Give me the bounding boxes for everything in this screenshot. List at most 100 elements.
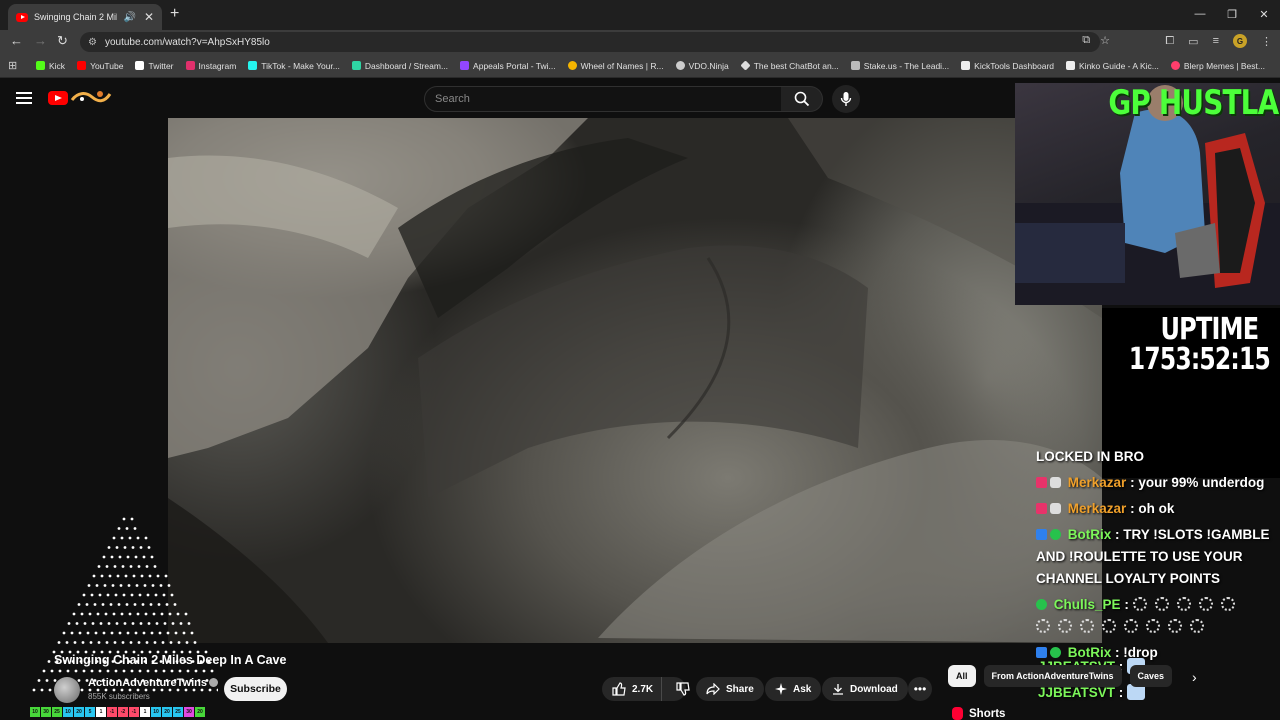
decoration-dot bbox=[112, 536, 116, 540]
hamburger-menu-icon[interactable] bbox=[16, 92, 32, 104]
decoration-dot bbox=[166, 631, 170, 635]
url-text[interactable]: youtube.com/watch?v=AhpSxHY85lo bbox=[105, 37, 270, 48]
decoration-dot bbox=[48, 688, 52, 692]
bookmark-item[interactable]: The best ChatBot an... bbox=[740, 60, 839, 71]
chip-from-channel[interactable]: From ActionAdventureTwins bbox=[983, 665, 1122, 687]
decoration-dot bbox=[138, 669, 142, 673]
tiktok-icon bbox=[248, 61, 258, 70]
decoration-dot bbox=[152, 688, 156, 692]
decoration-dot bbox=[142, 555, 146, 559]
bookmark-item[interactable]: Kinko Guide - A Kic... bbox=[1066, 61, 1159, 71]
decoration-dot bbox=[128, 536, 132, 540]
download-button[interactable]: Download bbox=[822, 677, 908, 701]
speaker-icon[interactable]: 🔊 bbox=[123, 12, 135, 23]
omnibox[interactable]: ⚙ youtube.com/watch?v=AhpSxHY85lo bbox=[80, 32, 1100, 52]
kicktools-icon bbox=[961, 61, 971, 70]
decoration-dot bbox=[66, 669, 70, 673]
kinko-icon bbox=[1066, 61, 1076, 70]
share-button[interactable]: Share bbox=[696, 677, 764, 701]
chip-all[interactable]: All bbox=[948, 665, 976, 687]
chat-text: : bbox=[1118, 685, 1124, 700]
gift-badge-icon bbox=[1036, 477, 1047, 488]
decoration-dot bbox=[145, 565, 149, 568]
channel-name-link[interactable]: ActionAdventureTwins bbox=[88, 677, 218, 689]
decoration-dot bbox=[160, 612, 164, 616]
search-button[interactable] bbox=[781, 86, 823, 112]
instagram-icon bbox=[185, 61, 195, 70]
dislike-button[interactable] bbox=[668, 682, 698, 696]
bookmark-item[interactable]: Twitter bbox=[135, 61, 174, 71]
extensions-icon[interactable]: ⧠ bbox=[1165, 35, 1174, 48]
more-actions-icon[interactable]: ••• bbox=[908, 677, 932, 701]
bookmark-item[interactable]: KickTools Dashboard bbox=[961, 61, 1054, 71]
bookmark-label: Instagram bbox=[198, 60, 237, 71]
youtube-doodle-icon[interactable] bbox=[70, 88, 112, 106]
site-info-icon[interactable]: ⚙ bbox=[88, 37, 97, 48]
bookmark-item[interactable]: VDO.Ninja bbox=[675, 61, 729, 71]
twitch-icon bbox=[460, 61, 470, 70]
decoration-dot bbox=[136, 612, 140, 616]
bookmark-item[interactable]: Kick bbox=[36, 61, 65, 71]
cast-icon[interactable]: ▭ bbox=[1188, 35, 1198, 48]
decoration-dot bbox=[127, 584, 131, 587]
search-input-wrapper[interactable] bbox=[424, 86, 782, 112]
install-app-icon[interactable]: ⧉ bbox=[1082, 34, 1090, 47]
minimize-icon[interactable]: — bbox=[1184, 0, 1216, 28]
back-icon[interactable]: ← bbox=[10, 33, 23, 48]
like-button[interactable]: 2.7K bbox=[602, 677, 663, 701]
bookmark-item[interactable]: Appeals Portal - Twi... bbox=[460, 61, 556, 71]
chip-caves[interactable]: Caves bbox=[1129, 665, 1173, 687]
like-count: 2.7K bbox=[632, 683, 654, 695]
decoration-dot bbox=[121, 565, 125, 568]
chat-message: Merkazar : your 99% underdog bbox=[1036, 472, 1280, 494]
decoration-dot bbox=[97, 641, 101, 644]
decoration-dot bbox=[118, 631, 122, 635]
decoration-dot bbox=[194, 669, 198, 673]
profile-avatar-icon[interactable]: G bbox=[1233, 34, 1247, 48]
youtube-logo-icon[interactable] bbox=[48, 91, 68, 105]
browser-tab-active[interactable]: Swinging Chain 2 Miles Deep In A Cave 🔊 … bbox=[8, 4, 162, 30]
bookmark-star-icon[interactable]: ☆ bbox=[1100, 34, 1110, 47]
bookmark-item[interactable]: Wheel of Names | R... bbox=[567, 61, 664, 71]
apps-grid-icon[interactable]: ⊞ bbox=[8, 59, 36, 72]
bookmark-item[interactable]: Blerp Memes | Best... bbox=[1170, 61, 1265, 71]
decoration-dot bbox=[182, 631, 186, 635]
reload-icon[interactable]: ↻ bbox=[57, 33, 68, 49]
subscribe-button[interactable]: Subscribe bbox=[224, 677, 287, 701]
decoration-dot bbox=[179, 622, 183, 625]
decoration-dot bbox=[143, 584, 147, 587]
decoration-dot bbox=[117, 603, 121, 606]
loading-emote-icon bbox=[1198, 597, 1213, 611]
decoration-dot bbox=[82, 669, 86, 673]
decoration-dot bbox=[73, 641, 77, 644]
video-player[interactable] bbox=[168, 118, 1102, 643]
decoration-dot bbox=[74, 669, 78, 673]
decoration-dot bbox=[142, 631, 146, 635]
bookmark-item[interactable]: Dashboard / Stream... bbox=[351, 61, 448, 71]
bookmark-label: YouTube bbox=[90, 60, 124, 71]
voice-search-button[interactable] bbox=[832, 85, 860, 113]
channel-name[interactable]: ActionAdventureTwins bbox=[88, 677, 207, 689]
bookmark-item[interactable]: YouTube bbox=[77, 61, 123, 71]
level-cell: 30 bbox=[41, 707, 51, 717]
new-tab-icon[interactable]: + bbox=[170, 5, 179, 23]
browser-menu-icon[interactable]: ⋮ bbox=[1261, 35, 1272, 48]
chevron-right-icon[interactable]: › bbox=[1192, 669, 1197, 685]
restore-icon[interactable]: ❐ bbox=[1216, 0, 1248, 28]
search-input[interactable] bbox=[435, 93, 781, 105]
loading-emote-icon bbox=[1058, 619, 1072, 633]
x-twitter-icon bbox=[135, 61, 145, 70]
decoration-dot bbox=[139, 622, 143, 625]
media-controls-icon[interactable]: ≡ bbox=[1213, 35, 1219, 47]
channel-avatar[interactable] bbox=[54, 677, 80, 703]
close-window-icon[interactable]: ✕ bbox=[1248, 0, 1280, 28]
bookmark-item[interactable]: Stake.us - The Leadi... bbox=[850, 61, 949, 71]
forward-icon[interactable]: → bbox=[34, 33, 47, 48]
bookmark-item[interactable]: TikTok - Make Your... bbox=[248, 61, 340, 71]
close-tab-icon[interactable]: ✕ bbox=[144, 10, 154, 24]
bookmark-item[interactable]: Instagram bbox=[185, 60, 237, 71]
level-cell: 20 bbox=[162, 707, 172, 717]
ask-button[interactable]: Ask bbox=[765, 677, 822, 701]
search-icon bbox=[794, 91, 809, 107]
decoration-dot bbox=[98, 669, 102, 673]
